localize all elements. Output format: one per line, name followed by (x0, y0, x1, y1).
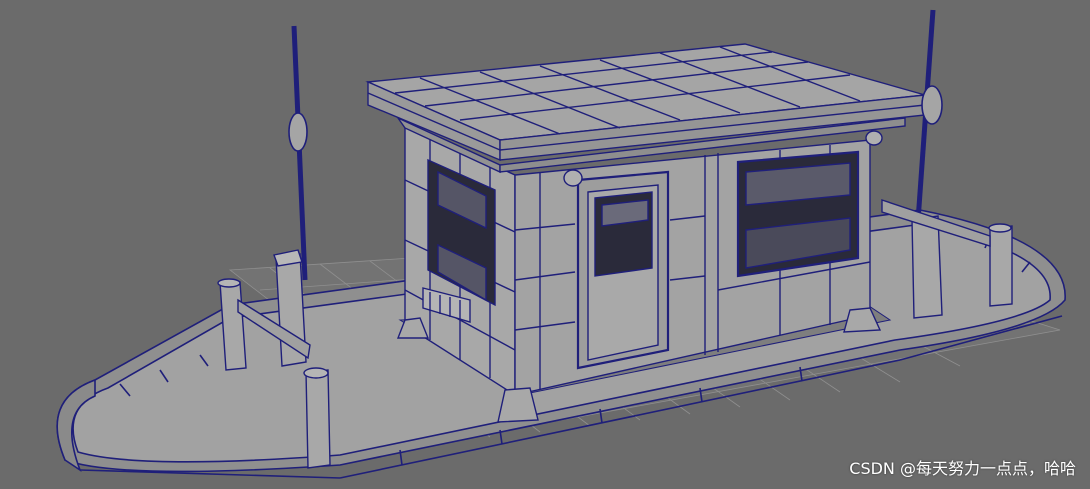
right-pole-sign (921, 85, 943, 125)
wall-light (563, 169, 583, 187)
watermark: CSDN @每天努力一点点，哈哈 (849, 459, 1076, 478)
3d-viewport[interactable]: CSDN @每天努力一点点，哈哈 (0, 0, 1090, 489)
left-pole-sign (288, 112, 308, 152)
